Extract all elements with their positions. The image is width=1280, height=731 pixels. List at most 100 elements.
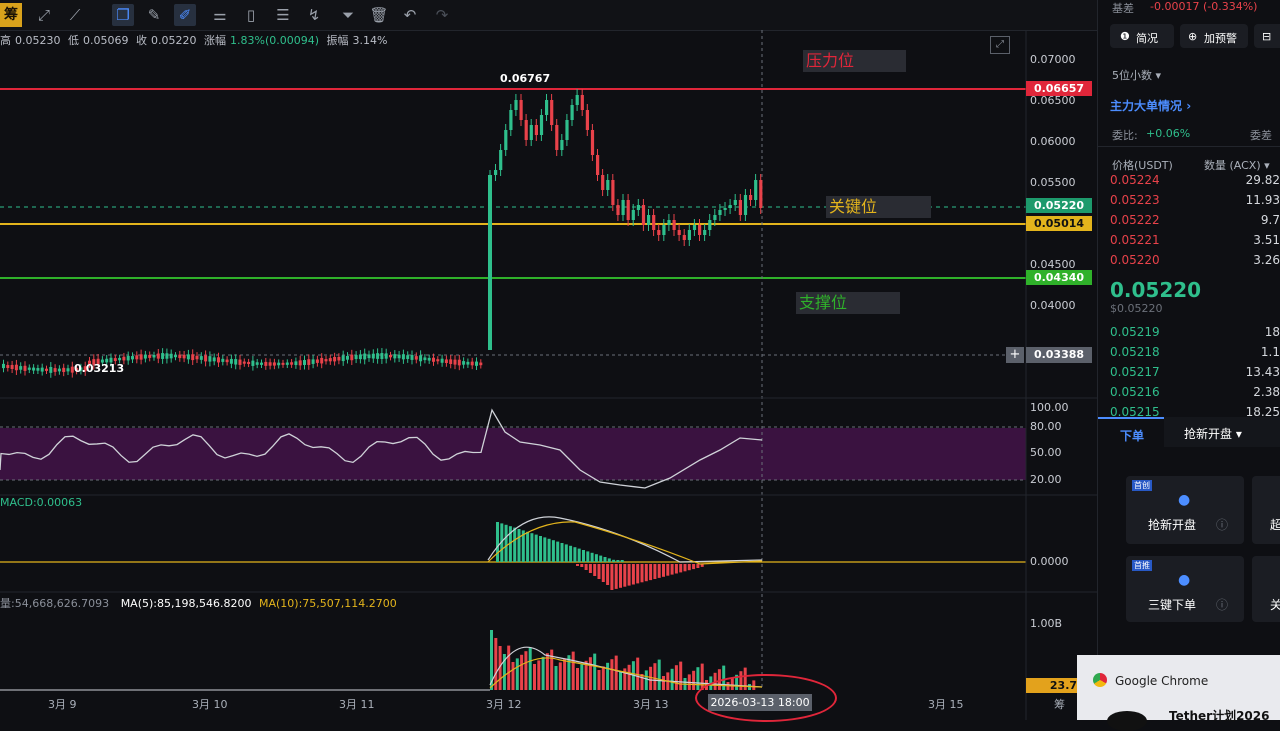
candle	[534, 125, 538, 135]
undo-icon[interactable]: ↶	[399, 4, 421, 26]
ask-row[interactable]: 0.05223 11.93	[1110, 193, 1280, 213]
ask-row[interactable]: 0.05221 3.51	[1110, 233, 1280, 253]
add-line-icon[interactable]: +	[1006, 347, 1024, 363]
pencil-icon[interactable]: ✎	[143, 4, 165, 26]
ask-row[interactable]: 0.05224 29.82	[1110, 173, 1280, 193]
chrome-notification[interactable]: Google Chrome Tether计划2026	[1077, 655, 1280, 731]
candle	[479, 362, 483, 366]
decimals-select[interactable]: 5位小数 ▾	[1112, 67, 1161, 83]
side-card[interactable]: 关	[1252, 556, 1280, 622]
volume-bar	[601, 666, 605, 690]
key-level-label: 关键位	[826, 196, 931, 218]
candle	[169, 353, 173, 359]
bid-row[interactable]: 0.05219 18	[1110, 325, 1280, 345]
divider	[1098, 146, 1280, 147]
grab-new-card[interactable]: 首创 ● 抢新开盘 ⓘ	[1126, 476, 1244, 544]
redo-icon[interactable]: ↷	[431, 4, 453, 26]
rsi-tick: 100.00	[1030, 401, 1069, 414]
qty-column-header[interactable]: 数量 (ACX) ▾	[1204, 157, 1270, 173]
key-price-tag: 0.05014	[1026, 216, 1092, 231]
candle	[23, 365, 27, 371]
tab-order[interactable]: 下单	[1098, 417, 1164, 449]
expand-icon[interactable]: ⤢	[33, 4, 55, 26]
volume-info: 量:54,668,626.7093 MA(5):85,198,546.8200 …	[0, 595, 397, 611]
volume-bar	[653, 663, 657, 690]
candle	[423, 357, 427, 361]
candle	[62, 367, 66, 373]
more-button[interactable]: ⊟	[1254, 24, 1280, 48]
trough-annotation: 0.03213	[74, 362, 125, 375]
order-icon: ●	[1178, 572, 1191, 588]
order-price: 0.05217	[1110, 365, 1160, 379]
macd-histogram-bar	[530, 533, 534, 562]
volume-bar	[528, 647, 532, 690]
candle	[560, 140, 564, 150]
candle	[10, 364, 14, 370]
order-qty: 3.51	[1253, 233, 1280, 247]
volume-bar	[674, 665, 678, 690]
candle	[281, 362, 285, 365]
candlestick-chart[interactable]	[0, 30, 1097, 720]
macd-histogram-bar	[612, 559, 616, 562]
chip-logo[interactable]: 筹	[0, 3, 22, 27]
volume-bar	[593, 653, 597, 690]
macd-histogram-bar	[631, 564, 635, 585]
order-qty: 29.82	[1245, 173, 1280, 187]
curve-icon[interactable]: ↯	[303, 4, 325, 26]
crosshair-line-icon[interactable]: ⟋	[64, 4, 86, 26]
candle	[672, 220, 676, 230]
order-price: 0.05221	[1110, 233, 1160, 247]
macd-histogram-bar	[603, 557, 607, 562]
volume-bar	[558, 662, 562, 690]
x-tick: 3月 11	[339, 698, 375, 711]
rsi-tick: 50.00	[1030, 446, 1062, 459]
macd-histogram-bar	[513, 527, 517, 562]
macd-histogram-bar	[619, 564, 622, 588]
candle	[221, 358, 225, 362]
note-icon[interactable]: ☰	[272, 4, 294, 26]
volume-bar	[520, 654, 524, 690]
ask-row[interactable]: 0.05222 9.7	[1110, 213, 1280, 233]
candle	[358, 354, 362, 360]
help-icon[interactable]: ⓘ	[1216, 516, 1228, 533]
bid-row[interactable]: 0.05217 13.43	[1110, 365, 1280, 385]
price-tick: 0.05500	[1030, 176, 1076, 189]
x-tick: 3月 12	[486, 698, 522, 711]
candle	[504, 130, 508, 150]
drawing-tool-icon[interactable]: ✐	[174, 4, 196, 26]
filter-icon[interactable]: ⏷	[337, 4, 359, 26]
order-price: 0.05218	[1110, 345, 1160, 359]
candle	[19, 366, 23, 370]
candle	[57, 368, 61, 372]
volume-bar	[679, 661, 683, 690]
fullscreen-icon[interactable]: ⤢	[990, 36, 1010, 54]
bid-row[interactable]: 0.05218 1.1	[1110, 345, 1280, 365]
macd-histogram-bar	[588, 564, 592, 573]
help-icon[interactable]: ⓘ	[1216, 596, 1228, 613]
brief-button[interactable]: ❶ 简况	[1110, 24, 1174, 48]
candle	[575, 95, 579, 105]
volume-bar	[662, 676, 665, 690]
ask-row[interactable]: 0.05220 3.26	[1110, 253, 1280, 273]
candle	[186, 354, 190, 360]
macd-histogram-bar	[517, 529, 521, 562]
candle-type-icon[interactable]: ⚌	[209, 4, 231, 26]
order-qty: 9.7	[1260, 213, 1280, 227]
three-key-card[interactable]: 首推 ● 三键下单 ⓘ	[1126, 556, 1244, 622]
candle	[462, 361, 466, 365]
highlight-ellipse	[695, 674, 837, 722]
big-orders-link[interactable]: 主力大单情况 ›	[1110, 97, 1191, 114]
candle	[40, 367, 44, 372]
side-card[interactable]: 超	[1252, 476, 1280, 544]
candle	[217, 357, 220, 363]
x-tick: 3月 13	[633, 698, 669, 711]
delete-icon[interactable]: ▯	[240, 4, 262, 26]
current-price-tag: 0.05220	[1026, 198, 1092, 213]
trash-icon[interactable]: 🗑	[368, 4, 390, 26]
candle	[565, 120, 569, 140]
volume-bar	[554, 666, 558, 690]
add-alert-button[interactable]: ⊕ 加预警	[1180, 24, 1248, 48]
tab-grab-new[interactable]: 抢新开盘 ▾	[1178, 417, 1268, 447]
bid-row[interactable]: 0.05216 2.38	[1110, 385, 1280, 405]
copy-layer-icon[interactable]: ❐	[112, 4, 134, 26]
